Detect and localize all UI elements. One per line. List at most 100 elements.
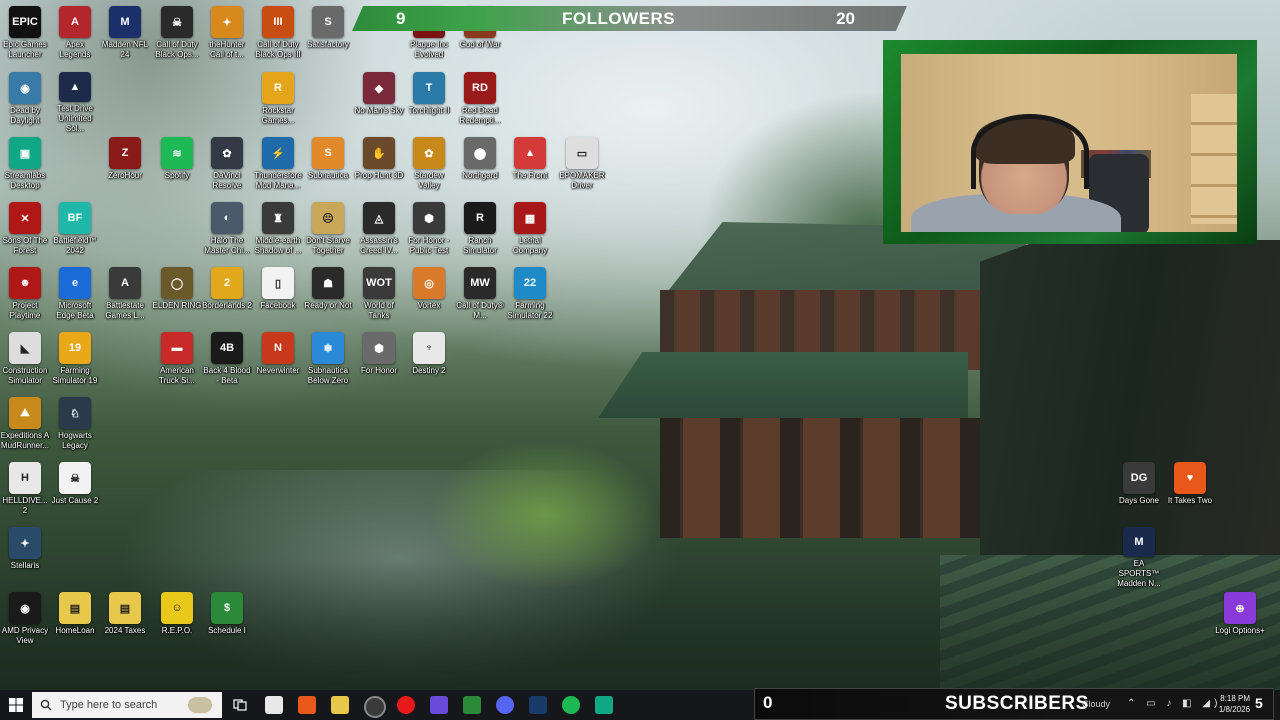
task-view-button[interactable] — [224, 690, 256, 720]
desktop-icon[interactable]: M EA SPORTS™ Madden N... — [1114, 525, 1164, 589]
app-icon: R — [464, 202, 496, 234]
search-highlight-icon — [188, 697, 212, 713]
notification-count-badge[interactable]: 5 — [1255, 695, 1263, 711]
desktop-icon[interactable]: ☗ Ready or Not — [303, 265, 353, 329]
desktop-icon[interactable]: EPIC Epic Games Launcher — [0, 4, 50, 68]
desktop-icon[interactable]: ☺ R.E.P.O. — [152, 590, 202, 654]
spotify-app-icon[interactable] — [562, 696, 580, 714]
desktop-icon[interactable]: ◬ Assassin's Creed IV... — [354, 200, 404, 264]
desktop-icon[interactable]: R Rockstar Games... — [253, 70, 303, 134]
desktop-icon[interactable]: 19 Farming Simulator 19 — [50, 330, 100, 394]
desktop-icon[interactable]: BF Battlefield™ 2042 — [50, 200, 100, 264]
desktop-icon[interactable]: ▬ American Truck Si... — [152, 330, 202, 394]
desktop-icon[interactable]: DG Days Gone — [1114, 460, 1164, 524]
taskbar-search-input[interactable]: Type here to search — [32, 692, 222, 718]
desktop-icon[interactable]: ◉ AMD Privacy View — [0, 590, 50, 654]
desktop-icon-label: Call of Duty Black Ops... — [155, 40, 199, 59]
desktop-icon[interactable]: A Apex Legends — [50, 4, 100, 68]
xbox-app-icon[interactable] — [463, 696, 481, 714]
desktop-icon[interactable]: ☻ Project Playtime — [0, 265, 50, 329]
desktop-icon[interactable]: ♆ Destiny 2 — [404, 330, 454, 394]
desktop-icon[interactable]: ♜ Middle-earth Shadow of ... — [253, 200, 303, 264]
steam-app-icon[interactable] — [529, 696, 547, 714]
desktop-icon[interactable]: $ Schedule I — [202, 590, 252, 654]
obs-app-icon[interactable] — [364, 696, 386, 718]
desktop-icon[interactable]: ✿ Stardew Valley — [404, 135, 454, 199]
discord-app-icon[interactable] — [496, 696, 514, 714]
desktop-icon[interactable]: S Subnautica — [303, 135, 353, 199]
desktop-icon[interactable]: ⛰ Expeditions A MudRunner... — [0, 395, 50, 459]
desktop-icon[interactable]: ⊕ Logi Options+ — [1215, 590, 1265, 654]
desktop-icon[interactable]: ◯ ELDEN RING — [152, 265, 202, 329]
desktop-icon[interactable]: ✦ Stellaris — [0, 525, 50, 589]
taskbar-clock[interactable]: 8:18 PM 1/8/2026 — [1210, 693, 1250, 715]
subscribers-title: SUBSCRIBERS — [945, 693, 1089, 714]
desktop-icon[interactable]: ☹ Don't Starve Together — [303, 200, 353, 264]
desktop-icon[interactable]: N Neverwinter — [253, 330, 303, 394]
desktop-icon[interactable]: M Madden NFL 24 — [100, 4, 150, 68]
app-icon: ◐ — [211, 202, 243, 234]
desktop-icon[interactable]: ♘ Hogwarts Legacy — [50, 395, 100, 459]
desktop-icon[interactable]: ▤ HomeLoan — [50, 590, 100, 654]
desktop-icon[interactable]: RD Red Dead Redempti... — [455, 70, 505, 134]
desktop-icon[interactable]: 4B Back 4 Blood - Beta — [202, 330, 252, 394]
app-icon: ✦ — [211, 6, 243, 38]
desktop-icon[interactable]: S Satisfactory — [303, 4, 353, 68]
app-icon: III — [262, 6, 294, 38]
desktop-icon[interactable]: e Microsoft Edge Beta — [50, 265, 100, 329]
desktop-icon[interactable]: WOT World of Tanks — [354, 265, 404, 329]
desktop-icon[interactable]: ◎ Vortex — [404, 265, 454, 329]
youtube-music-app-icon[interactable] — [397, 696, 415, 714]
app-icon: ◬ — [363, 202, 395, 234]
desktop-icon[interactable]: ▲ Test Drive Unlimited Sol... — [50, 70, 100, 134]
wallpaper-house-lower — [660, 418, 990, 538]
desktop-icon[interactable]: ☠ Just Cause 2 — [50, 460, 100, 524]
desktop-icon[interactable]: A Battlestate Games L... — [100, 265, 150, 329]
streamlabs-app-icon[interactable] — [595, 696, 613, 714]
desktop-icon-label: Facebook — [260, 301, 296, 310]
desktop-icon[interactable]: ▣ Streamlabs Desktop — [0, 135, 50, 199]
weather-widget[interactable]: Cloudy — [1082, 699, 1110, 709]
desktop-icon[interactable]: ◐ Halo The Master Chi... — [202, 200, 252, 264]
desktop-icon-label: Spotify — [164, 171, 190, 180]
desktop-icon[interactable]: Z ZeroHour — [100, 135, 150, 199]
desktop-icon[interactable]: MW Call of Duty® M... — [455, 265, 505, 329]
desktop-icon[interactable]: H HELLDIVE... 2 — [0, 460, 50, 524]
desktop-icon[interactable]: ⬢ For Honor - Public Test — [404, 200, 454, 264]
headset-icon — [971, 114, 1089, 189]
desktop-icon[interactable]: ◉ Dead by Daylight — [0, 70, 50, 134]
brave-app-icon[interactable] — [298, 696, 316, 714]
desktop-icon[interactable]: ⬤ Northgard — [455, 135, 505, 199]
followers-goal: 20 — [836, 9, 855, 28]
desktop-icon-label: Prop Hunt 3D — [354, 171, 404, 180]
chrome-app-icon[interactable] — [265, 696, 283, 714]
desktop-icon[interactable]: ⬢ For Honor — [354, 330, 404, 394]
desktop-icon[interactable]: ▭ EPOMAKER Driver — [557, 135, 607, 199]
desktop-icon[interactable]: ▦ Lethal Company — [505, 200, 555, 264]
desktop-icon[interactable]: ▤ 2024 Taxes — [100, 590, 150, 654]
desktop-icon[interactable]: 2 Borderlands 2 — [202, 265, 252, 329]
desktop-icon[interactable]: 22 Farming Simulator 22 — [505, 265, 555, 329]
desktop-icon[interactable]: ≋ Spotify — [152, 135, 202, 199]
desktop-icon[interactable]: ♥ It Takes Two — [1165, 460, 1215, 524]
start-button[interactable] — [0, 690, 32, 720]
wallpaper-stream — [120, 470, 680, 690]
copilot-app-icon[interactable] — [430, 696, 448, 714]
system-tray-icons[interactable]: ⌃ ▭ ♪ ◧ ◢) — [1127, 698, 1221, 709]
desktop-icon[interactable]: ☠ Call of Duty Black Ops... — [152, 4, 202, 68]
desktop-icon[interactable]: R Ranch Simulator — [455, 200, 505, 264]
desktop-icon[interactable]: ◣ Construction Simulator — [0, 330, 50, 394]
desktop-icon[interactable]: ✦ theHunter Call of t... — [202, 4, 252, 68]
desktop-icon[interactable]: ⚡ Thunderstore Mod Mana... — [253, 135, 303, 199]
desktop-icon[interactable]: III Call of Duty Black Ops III — [253, 4, 303, 68]
desktop-icon[interactable]: ✋ Prop Hunt 3D — [354, 135, 404, 199]
desktop-icon[interactable]: T Torchlight II — [404, 70, 454, 134]
desktop-icon-label: Stardew Valley — [414, 171, 444, 190]
desktop-icon[interactable]: ✕ Sons Of The Forest — [0, 200, 50, 264]
desktop-icon[interactable]: ❄ Subnautica Below Zero — [303, 330, 353, 394]
file-explorer-app-icon[interactable] — [331, 696, 349, 714]
desktop-icon[interactable]: ✿ DaVinci Resolve — [202, 135, 252, 199]
desktop-icon[interactable]: ▯ Facebook — [253, 265, 303, 329]
desktop-icon[interactable]: ◆ No Man's Sky — [354, 70, 404, 134]
desktop-icon[interactable]: ▲ The Front — [505, 135, 555, 199]
